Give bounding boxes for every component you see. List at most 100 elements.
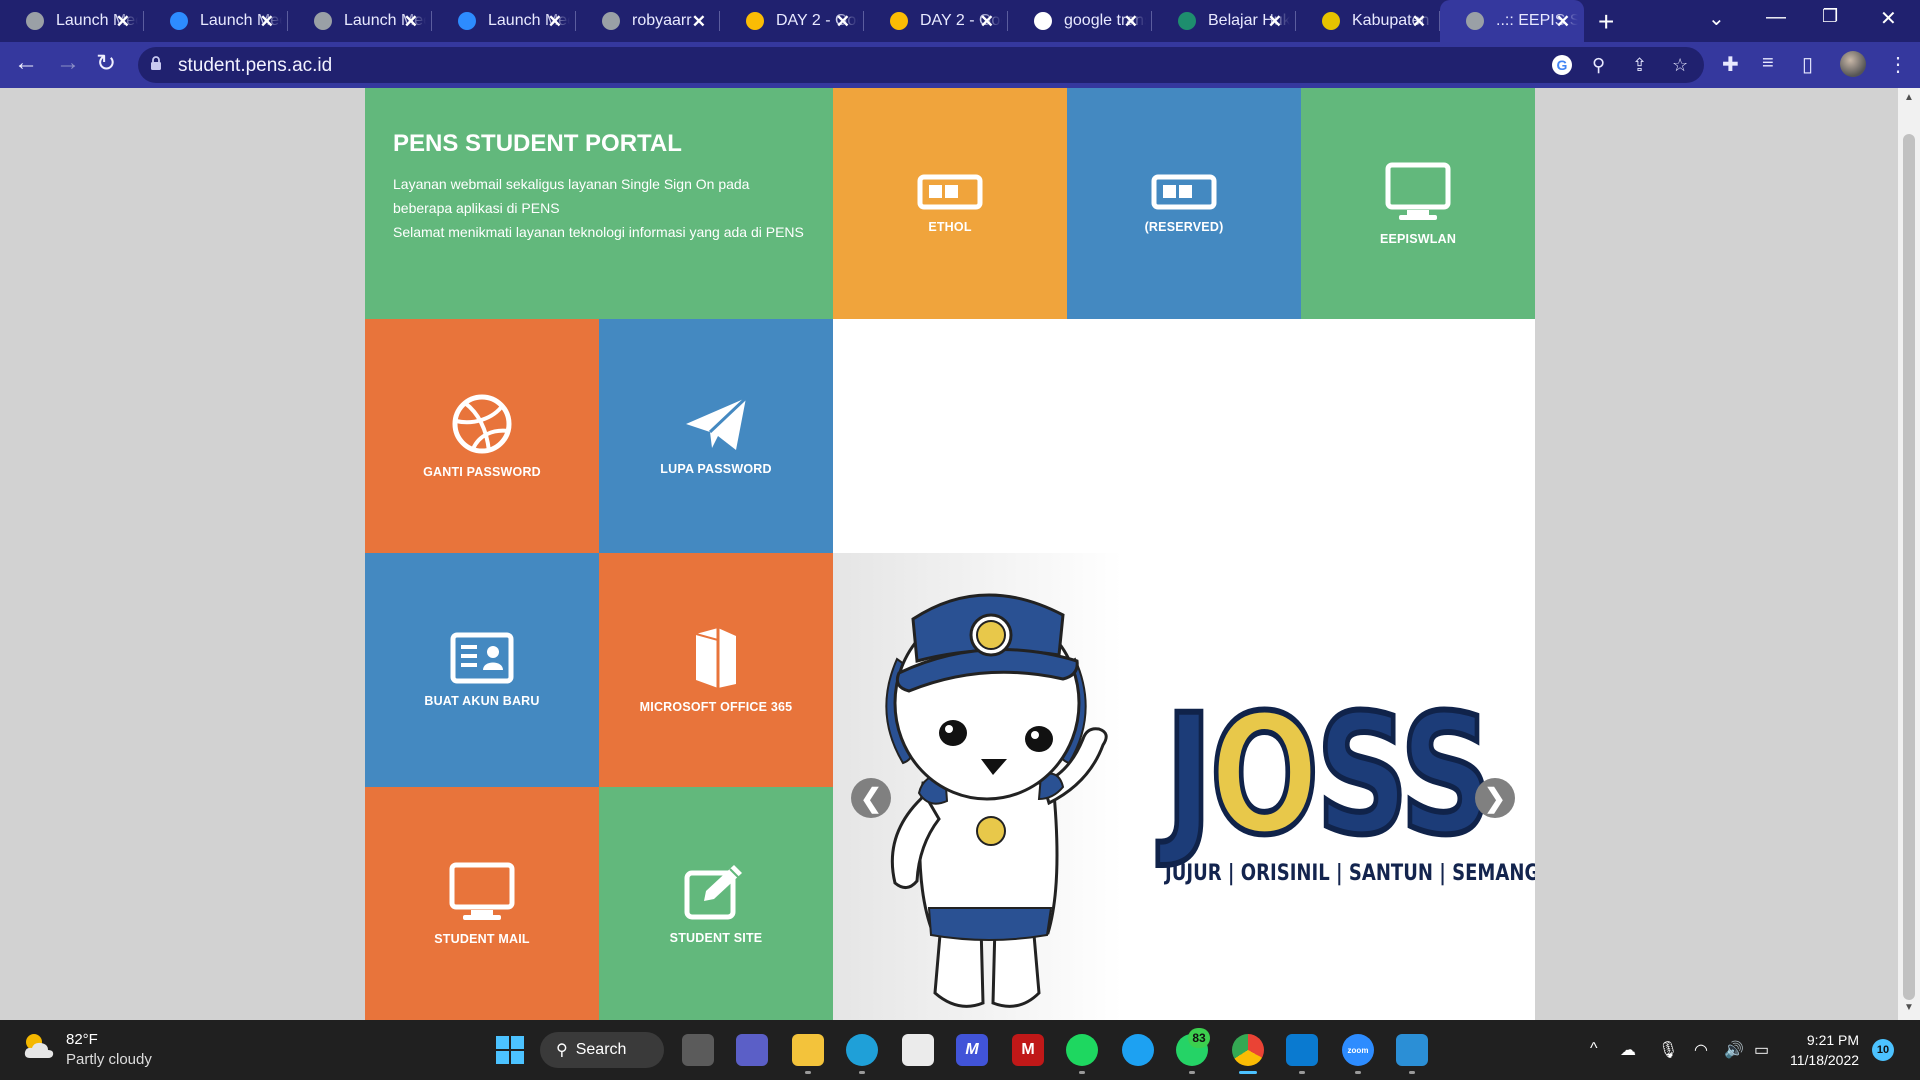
logo-letter: S: [1314, 679, 1406, 871]
app-m-icon[interactable]: M: [956, 1034, 988, 1066]
microsoft-store-icon[interactable]: [902, 1034, 934, 1066]
logo-letter: S: [1398, 679, 1495, 871]
mascot-illustration: [885, 593, 1108, 1008]
vscode-icon[interactable]: [1286, 1034, 1318, 1066]
back-icon[interactable]: ←: [14, 49, 38, 77]
browser-menu-icon[interactable]: ⋮: [1888, 52, 1908, 77]
volume-icon[interactable]: 🔊: [1724, 1040, 1744, 1060]
tile-ethol[interactable]: ETHOL: [833, 88, 1067, 319]
scroll-up-icon[interactable]: ▲: [1904, 92, 1914, 103]
share-icon[interactable]: ⇪: [1632, 55, 1647, 76]
globe-icon: [26, 12, 44, 30]
tile-ganti-password[interactable]: GANTI PASSWORD: [365, 319, 599, 553]
wifi-icon[interactable]: ◠: [1694, 1040, 1708, 1060]
carousel-prev-button[interactable]: ❮: [851, 778, 891, 818]
tile-microsoft-office-365[interactable]: MICROSOFT OFFICE 365: [599, 553, 833, 787]
scroll-down-icon[interactable]: ▼: [1904, 1002, 1914, 1013]
tab-search-icon[interactable]: ⌄: [1708, 6, 1725, 31]
running-indicator: [859, 1071, 865, 1074]
browser-tab[interactable]: Kabupaten ✕: [1296, 0, 1440, 42]
zoom-app-icon[interactable]: zoom: [1342, 1034, 1374, 1066]
carousel-next-button[interactable]: ❯: [1475, 778, 1515, 818]
tile-reserved[interactable]: (RESERVED): [1067, 88, 1301, 319]
profile-avatar[interactable]: [1840, 51, 1866, 77]
tab-close-icon[interactable]: ✕: [836, 12, 850, 32]
browser-tab[interactable]: Launch Meeting - Zoom✕: [288, 0, 432, 42]
paper-plane-icon: [686, 396, 748, 450]
joss-carousel: JOSS JUJUR | ORISINIL | SANTUN | SEMANGA…: [833, 553, 1535, 1020]
zoom-icon[interactable]: ⚲: [1592, 55, 1605, 76]
google-lens-icon[interactable]: G: [1552, 55, 1572, 75]
running-indicator: [1355, 1071, 1361, 1074]
scrollbar-thumb[interactable]: [1903, 134, 1915, 1000]
spotify-icon[interactable]: [1066, 1034, 1098, 1066]
battery-icon[interactable]: ▭: [1754, 1040, 1769, 1060]
restore-icon[interactable]: ❐: [1822, 6, 1838, 27]
media-control-icon[interactable]: ≡: [1762, 52, 1774, 75]
onedrive-icon[interactable]: ☁: [1620, 1040, 1636, 1060]
browser-tab[interactable]: DAY 2 - Google Drive✕: [720, 0, 864, 42]
edge-icon[interactable]: [846, 1034, 878, 1066]
joss-tagline: JUJUR | ORISINIL | SANTUN | SEMANGAT: [1165, 861, 1535, 886]
notification-count[interactable]: 10: [1872, 1039, 1894, 1061]
tile-lupa-password[interactable]: LUPA PASSWORD: [599, 319, 833, 553]
globe-icon: [314, 12, 332, 30]
browser-tab[interactable]: Launch Meeting - Zoom✕: [432, 0, 576, 42]
running-indicator: [1299, 1071, 1305, 1074]
system-clock[interactable]: 9:21 PM 11/18/2022: [1790, 1030, 1859, 1070]
tile-buat-akun-baru[interactable]: BUAT AKUN BARU: [365, 553, 599, 787]
taskbar-search[interactable]: ⚲ Search: [540, 1032, 664, 1068]
tab-close-icon[interactable]: ✕: [116, 12, 130, 32]
file-explorer-icon[interactable]: [792, 1034, 824, 1066]
start-icon[interactable]: [494, 1034, 526, 1066]
tab-close-icon[interactable]: ✕: [548, 12, 562, 32]
browser-tab[interactable]: ..:: EEPIS Student Portal ::..✕: [1440, 0, 1584, 42]
twitter-icon[interactable]: [1122, 1034, 1154, 1066]
tab-close-icon[interactable]: ✕: [1412, 12, 1426, 32]
id-card-icon: [450, 632, 514, 684]
photos-icon[interactable]: [1396, 1034, 1428, 1066]
reload-icon[interactable]: ↻: [96, 49, 116, 78]
tab-close-icon[interactable]: ✕: [980, 12, 994, 32]
address-bar[interactable]: student.pens.ac.id G ⚲ ⇪ ☆: [138, 47, 1704, 83]
window-close-icon[interactable]: ✕: [1880, 6, 1897, 31]
teams-chat-icon[interactable]: [736, 1034, 768, 1066]
tab-close-icon[interactable]: ✕: [1124, 12, 1138, 32]
mcafee-icon[interactable]: M: [1012, 1034, 1044, 1066]
tab-close-icon[interactable]: ✕: [404, 12, 418, 32]
running-indicator: [1079, 1071, 1085, 1074]
tile-student-site[interactable]: STUDENT SITE: [599, 787, 833, 1020]
task-view-icon[interactable]: [682, 1034, 714, 1066]
tab-close-icon[interactable]: ✕: [260, 12, 274, 32]
browser-tab[interactable]: robyaarr ✕: [576, 0, 720, 42]
weather-temperature: 82°F: [66, 1031, 98, 1048]
tile-label: MICROSOFT OFFICE 365: [639, 700, 793, 714]
minimize-icon[interactable]: —: [1766, 6, 1786, 29]
portal-intro: PENS STUDENT PORTAL Layanan webmail seka…: [365, 88, 833, 319]
tab-close-icon[interactable]: ✕: [1556, 12, 1570, 32]
lock-icon: [151, 56, 161, 70]
bookmark-star-icon[interactable]: ☆: [1672, 55, 1688, 76]
portal-description: Layanan webmail sekaligus layanan Single…: [393, 176, 750, 216]
clock-date: 11/18/2022: [1790, 1052, 1860, 1068]
browser-tab[interactable]: google translate✕: [1008, 0, 1152, 42]
side-panel-icon[interactable]: ▯: [1802, 52, 1813, 77]
new-tab-button[interactable]: +: [1598, 6, 1614, 38]
browser-tab[interactable]: Belajar Hukum✕: [1152, 0, 1296, 42]
tile-eepiswlan[interactable]: EEPISWLAN: [1301, 88, 1535, 319]
tab-close-icon[interactable]: ✕: [1268, 12, 1282, 32]
tab-close-icon[interactable]: ✕: [692, 12, 706, 32]
browser-tab[interactable]: Launch Meeting - Zoom✕: [0, 0, 144, 42]
clock-time: 9:21 PM: [1806, 1032, 1860, 1048]
browser-tab[interactable]: Launch Meeting - Zoom✕: [144, 0, 288, 42]
scrollbar[interactable]: ▲ ▼: [1898, 88, 1920, 1020]
tile-student-mail[interactable]: STUDENT MAIL: [365, 787, 599, 1020]
show-hidden-icons[interactable]: ^: [1590, 1040, 1598, 1058]
weather-widget[interactable]: 82°F Partly cloudy: [22, 1030, 152, 1070]
portal-welcome: Selamat menikmati layanan teknologi info…: [393, 224, 804, 240]
chrome-icon[interactable]: [1232, 1034, 1264, 1066]
extensions-icon[interactable]: ✚: [1722, 52, 1739, 77]
forward-icon[interactable]: →: [56, 49, 80, 77]
microphone-icon[interactable]: 🎙: [1658, 1040, 1678, 1060]
browser-tab[interactable]: DAY 2 - Google Drive✕: [864, 0, 1008, 42]
